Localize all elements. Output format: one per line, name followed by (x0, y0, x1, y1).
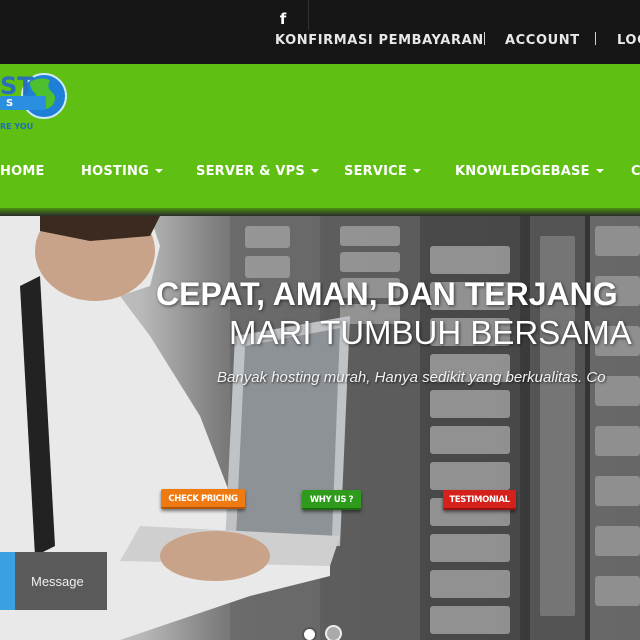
caret-down-icon (154, 168, 163, 173)
hero-subheadline: MARI TUMBUH BERSAMA (229, 314, 632, 351)
top-bar: f KONFIRMASI PEMBAYARAN ACCOUNT LOG (0, 0, 640, 64)
site-logo[interactable]: ST S RE YOU (0, 66, 70, 136)
slider-dot-2[interactable] (325, 625, 342, 640)
nav-service[interactable]: SERVICE (344, 164, 421, 179)
divider (484, 32, 485, 45)
facebook-icon[interactable]: f (276, 10, 290, 28)
caret-down-icon (412, 168, 421, 173)
nav-hosting[interactable]: HOSTING (81, 164, 163, 179)
why-us-button[interactable]: WHY US ? (302, 490, 361, 510)
site-header (0, 64, 640, 208)
testimonial-button[interactable]: TESTIMONIAL (443, 490, 516, 510)
check-pricing-button[interactable]: CHECK PRICING (161, 489, 245, 509)
nav-label: SERVICE (344, 164, 407, 179)
nav-contact[interactable]: C (631, 164, 640, 179)
header-shadow (0, 208, 640, 216)
logo-text: ST (0, 72, 34, 100)
caret-down-icon (595, 168, 604, 173)
nav-label: SERVER & VPS (196, 164, 305, 179)
slider-dot-1[interactable] (302, 627, 317, 640)
caret-down-icon (310, 168, 319, 173)
nav-label: HOME (0, 164, 45, 179)
chat-label: Message (31, 574, 84, 589)
nav-label: KNOWLEDGEBASE (455, 164, 590, 179)
nav-label: HOSTING (81, 164, 149, 179)
account-link[interactable]: ACCOUNT (505, 33, 580, 48)
konfirmasi-pembayaran-link[interactable]: KONFIRMASI PEMBAYARAN (275, 33, 484, 48)
hero-tagline: Banyak hosting murah, Hanya sedikit yang… (217, 369, 606, 386)
chat-widget[interactable]: Message (0, 552, 107, 610)
divider (595, 32, 596, 45)
login-link[interactable]: LOG (617, 33, 640, 48)
nav-home[interactable]: HOME (0, 164, 45, 179)
hero-headline: CEPAT, AMAN, DAN TERJANG (156, 276, 618, 312)
nav-label: C (631, 164, 640, 179)
nav-knowledgebase[interactable]: KNOWLEDGEBASE (455, 164, 604, 179)
chat-accent-strip (0, 552, 15, 610)
logo-slogan: RE YOU (0, 122, 34, 131)
logo-text: S (6, 98, 14, 109)
divider (308, 0, 309, 30)
nav-server-vps[interactable]: SERVER & VPS (196, 164, 319, 179)
